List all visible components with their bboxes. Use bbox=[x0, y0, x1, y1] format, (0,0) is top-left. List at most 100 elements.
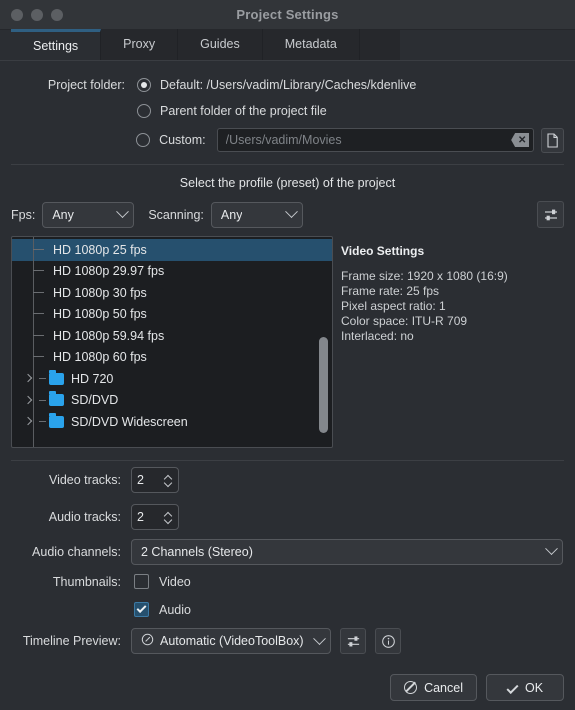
custom-folder-input[interactable]: /Users/vadim/Movies ✕ bbox=[216, 128, 535, 152]
cancel-icon bbox=[404, 681, 418, 694]
profile-heading: Select the profile (preset) of the proje… bbox=[179, 176, 396, 190]
timeline-preview-info-icon[interactable] bbox=[375, 628, 401, 654]
tab-settings[interactable]: Settings bbox=[11, 29, 102, 60]
tree-item-label: HD 1080p 25 fps bbox=[53, 242, 147, 257]
project-settings-dialog: Project Settings Settings Proxy Guides M… bbox=[0, 0, 575, 710]
audio-tracks-stepper[interactable]: 2 bbox=[131, 503, 179, 530]
dialog-button-bar: Cancel OK bbox=[390, 674, 564, 701]
fps-label: Fps: bbox=[11, 207, 36, 222]
folder-icon bbox=[49, 369, 64, 385]
window-titlebar: Project Settings bbox=[0, 0, 575, 30]
file-browse-icon[interactable] bbox=[541, 127, 564, 153]
check-icon bbox=[506, 681, 519, 694]
profile-tree-scrollbar[interactable] bbox=[317, 239, 330, 445]
tree-guide-line bbox=[33, 237, 34, 447]
tree-item-label: HD 1080p 30 fps bbox=[53, 285, 147, 300]
project-folder-custom-row: Custom: /Users/vadim/Movies ✕ bbox=[11, 125, 564, 155]
audio-tracks-label: Audio tracks: bbox=[48, 509, 121, 524]
thumbnails-video-row: Thumbnails: Video bbox=[11, 568, 564, 595]
scanning-value: Any bbox=[220, 207, 243, 222]
audio-tracks-value: 2 bbox=[137, 509, 144, 524]
radio-custom-folder[interactable] bbox=[136, 133, 151, 147]
timeline-preview-configure-icon[interactable] bbox=[340, 628, 366, 654]
video-tracks-row: Video tracks: 2 bbox=[11, 461, 564, 498]
close-button[interactable] bbox=[11, 8, 23, 21]
tab-strip-filler bbox=[359, 29, 400, 60]
timeline-preview-value: Automatic (VideoToolBox) bbox=[160, 634, 304, 648]
audio-channels-select[interactable]: 2 Channels (Stereo) bbox=[131, 538, 563, 565]
chevron-down-icon[interactable] bbox=[164, 481, 173, 486]
minimize-button[interactable] bbox=[31, 8, 43, 21]
tree-item-label: HD 1080p 59.94 fps bbox=[53, 328, 165, 343]
audio-channels-label: Audio channels: bbox=[32, 544, 121, 559]
tab-bar: Settings Proxy Guides Metadata bbox=[0, 29, 575, 61]
chevron-right-icon[interactable] bbox=[24, 417, 33, 426]
timeline-preview-select[interactable]: Automatic (VideoToolBox) bbox=[131, 628, 331, 654]
divider-top bbox=[11, 164, 564, 165]
video-tracks-stepper[interactable]: 2 bbox=[131, 466, 179, 493]
video-tracks-value: 2 bbox=[137, 472, 144, 487]
chevron-right-icon[interactable] bbox=[24, 374, 33, 383]
scrollbar-thumb[interactable] bbox=[319, 337, 328, 433]
project-folder-default-row: Project folder: Default: /Users/vadim/Li… bbox=[11, 73, 564, 97]
thumbnails-video-label: Video bbox=[159, 574, 191, 589]
audio-tracks-row: Audio tracks: 2 bbox=[11, 498, 564, 535]
sliders-icon[interactable] bbox=[537, 201, 564, 228]
ok-button-label: OK bbox=[524, 680, 544, 695]
chevron-up-icon[interactable] bbox=[164, 511, 173, 516]
clear-icon[interactable]: ✕ bbox=[511, 133, 530, 147]
tab-metadata[interactable]: Metadata bbox=[262, 29, 360, 60]
chevron-down-icon bbox=[545, 542, 558, 556]
window-title: Project Settings bbox=[236, 7, 339, 22]
tab-proxy[interactable]: Proxy bbox=[101, 29, 179, 60]
thumbnails-video-checkbox[interactable] bbox=[134, 574, 149, 589]
tab-guides[interactable]: Guides bbox=[178, 29, 263, 60]
video-color-space: Color space: ITU-R 709 bbox=[341, 314, 468, 328]
radio-parent-folder[interactable] bbox=[137, 104, 151, 118]
tree-item-hd1080p60[interactable]: HD 1080p 60 fps bbox=[12, 347, 332, 369]
cancel-button-label: Cancel bbox=[424, 680, 463, 695]
fps-select[interactable]: Any bbox=[42, 201, 135, 228]
thumbnails-audio-row: Audio bbox=[11, 595, 564, 624]
profile-area: HD 1080p 25 fps HD 1080p 29.97 fps HD 10… bbox=[11, 236, 564, 448]
radio-default-folder[interactable] bbox=[137, 78, 151, 92]
stepper-arrows[interactable] bbox=[164, 511, 173, 523]
scanning-select[interactable]: Any bbox=[210, 201, 303, 228]
chevron-down-icon bbox=[116, 205, 130, 219]
tree-item-sddvd[interactable]: SD/DVD bbox=[12, 390, 332, 412]
radio-custom-folder-label: Custom: bbox=[159, 133, 206, 147]
folder-icon bbox=[49, 391, 64, 407]
tree-item-hd720[interactable]: HD 720 bbox=[12, 368, 332, 390]
tree-item-hd1080p25[interactable]: HD 1080p 25 fps bbox=[12, 239, 332, 261]
chevron-right-icon[interactable] bbox=[24, 396, 33, 405]
stepper-arrows[interactable] bbox=[164, 474, 173, 486]
maximize-button[interactable] bbox=[51, 8, 63, 21]
thumbnails-audio-label: Audio bbox=[159, 602, 191, 617]
fps-value: Any bbox=[52, 207, 74, 222]
tree-item-hd1080p2997[interactable]: HD 1080p 29.97 fps bbox=[12, 261, 332, 283]
clock-icon bbox=[141, 633, 154, 649]
audio-channels-row: Audio channels: 2 Channels (Stereo) bbox=[11, 535, 564, 568]
video-settings-heading: Video Settings bbox=[341, 244, 425, 258]
video-frame-size: Frame size: 1920 x 1080 (16:9) bbox=[341, 269, 508, 283]
video-settings-panel: Video Settings Frame size: 1920 x 1080 (… bbox=[333, 236, 564, 448]
tree-item-label: SD/DVD Widescreen bbox=[71, 414, 188, 429]
ok-button[interactable]: OK bbox=[486, 674, 564, 701]
custom-folder-placeholder: /Users/vadim/Movies bbox=[225, 133, 342, 147]
timeline-preview-label: Timeline Preview: bbox=[22, 634, 121, 648]
tree-item-hd1080p5994[interactable]: HD 1080p 59.94 fps bbox=[12, 325, 332, 347]
tree-item-hd1080p50[interactable]: HD 1080p 50 fps bbox=[12, 304, 332, 326]
tree-item-hd1080p30[interactable]: HD 1080p 30 fps bbox=[12, 282, 332, 304]
cancel-button[interactable]: Cancel bbox=[390, 674, 477, 701]
video-pixel-aspect-ratio: Pixel aspect ratio: 1 bbox=[341, 299, 446, 313]
project-folder-label: Project folder: bbox=[47, 78, 125, 92]
thumbnails-audio-checkbox[interactable] bbox=[134, 602, 149, 617]
chevron-down-icon bbox=[313, 631, 326, 645]
chevron-down-icon bbox=[285, 205, 298, 219]
chevron-up-icon[interactable] bbox=[164, 474, 173, 479]
chevron-down-icon[interactable] bbox=[164, 518, 173, 523]
scanning-label: Scanning: bbox=[148, 207, 204, 222]
window-controls bbox=[11, 8, 63, 21]
profile-tree[interactable]: HD 1080p 25 fps HD 1080p 29.97 fps HD 10… bbox=[11, 236, 333, 448]
tree-item-sddvd-widescreen[interactable]: SD/DVD Widescreen bbox=[12, 411, 332, 433]
